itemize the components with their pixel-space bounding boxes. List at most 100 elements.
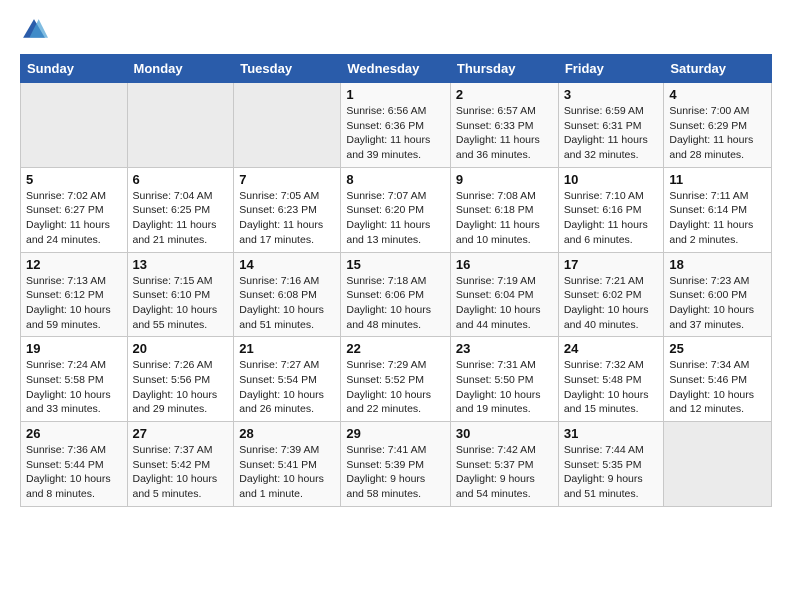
- day-info: Sunrise: 7:34 AM Sunset: 5:46 PM Dayligh…: [669, 358, 766, 417]
- day-number: 6: [133, 172, 229, 187]
- day-number: 3: [564, 87, 659, 102]
- day-cell-16: 16 Sunrise: 7:19 AM Sunset: 6:04 PM Dayli…: [450, 252, 558, 337]
- day-cell-27: 27 Sunrise: 7:37 AM Sunset: 5:42 PM Dayli…: [127, 422, 234, 507]
- day-cell-26: 26 Sunrise: 7:36 AM Sunset: 5:44 PM Dayli…: [21, 422, 128, 507]
- day-info: Sunrise: 6:59 AM Sunset: 6:31 PM Dayligh…: [564, 104, 659, 163]
- day-number: 1: [346, 87, 445, 102]
- day-info: Sunrise: 7:08 AM Sunset: 6:18 PM Dayligh…: [456, 189, 553, 248]
- week-row-4: 19Sunrise: 7:24 AM Sunset: 5:58 PM Dayli…: [21, 337, 772, 422]
- day-info: Sunrise: 7:29 AM Sunset: 5:52 PM Dayligh…: [346, 358, 445, 417]
- day-cell-31: 31Sunrise: 7:44 AM Sunset: 5:35 PM Dayli…: [558, 422, 664, 507]
- empty-cell: [21, 83, 128, 168]
- day-cell-7: 7 Sunrise: 7:05 AM Sunset: 6:23 PM Daylig…: [234, 167, 341, 252]
- day-number: 23: [456, 341, 553, 356]
- header-row: [20, 16, 772, 44]
- week-row-2: 5Sunrise: 7:02 AM Sunset: 6:27 PM Daylig…: [21, 167, 772, 252]
- day-cell-18: 18Sunrise: 7:23 AM Sunset: 6:00 PM Dayli…: [664, 252, 772, 337]
- day-cell-28: 28Sunrise: 7:39 AM Sunset: 5:41 PM Dayli…: [234, 422, 341, 507]
- day-info: Sunrise: 7:36 AM Sunset: 5:44 PM Dayligh…: [26, 443, 122, 502]
- day-number: 24: [564, 341, 659, 356]
- day-cell-29: 29 Sunrise: 7:41 AM Sunset: 5:39 PM Dayli…: [341, 422, 451, 507]
- calendar-container: SundayMondayTuesdayWednesdayThursdayFrid…: [0, 0, 792, 523]
- day-number: 7: [239, 172, 335, 187]
- day-header-saturday: Saturday: [664, 55, 772, 83]
- empty-cell: [664, 422, 772, 507]
- day-header-thursday: Thursday: [450, 55, 558, 83]
- day-info: Sunrise: 7:41 AM Sunset: 5:39 PM Dayligh…: [346, 443, 445, 502]
- day-info: Sunrise: 7:10 AM Sunset: 6:16 PM Dayligh…: [564, 189, 659, 248]
- day-cell-10: 10Sunrise: 7:10 AM Sunset: 6:16 PM Dayli…: [558, 167, 664, 252]
- logo-icon: [20, 16, 48, 44]
- day-number: 25: [669, 341, 766, 356]
- day-info: Sunrise: 7:00 AM Sunset: 6:29 PM Dayligh…: [669, 104, 766, 163]
- day-header-friday: Friday: [558, 55, 664, 83]
- day-info: Sunrise: 7:23 AM Sunset: 6:00 PM Dayligh…: [669, 274, 766, 333]
- day-info: Sunrise: 7:27 AM Sunset: 5:54 PM Dayligh…: [239, 358, 335, 417]
- day-number: 14: [239, 257, 335, 272]
- day-cell-23: 23 Sunrise: 7:31 AM Sunset: 5:50 PM Dayli…: [450, 337, 558, 422]
- day-number: 27: [133, 426, 229, 441]
- day-number: 9: [456, 172, 553, 187]
- day-header-monday: Monday: [127, 55, 234, 83]
- day-info: Sunrise: 7:32 AM Sunset: 5:48 PM Dayligh…: [564, 358, 659, 417]
- day-cell-3: 3 Sunrise: 6:59 AM Sunset: 6:31 PM Daylig…: [558, 83, 664, 168]
- empty-cell: [127, 83, 234, 168]
- day-cell-30: 30Sunrise: 7:42 AM Sunset: 5:37 PM Dayli…: [450, 422, 558, 507]
- day-number: 26: [26, 426, 122, 441]
- calendar-table: SundayMondayTuesdayWednesdayThursdayFrid…: [20, 54, 772, 507]
- day-cell-6: 6Sunrise: 7:04 AM Sunset: 6:25 PM Daylig…: [127, 167, 234, 252]
- day-info: Sunrise: 7:19 AM Sunset: 6:04 PM Dayligh…: [456, 274, 553, 333]
- day-cell-1: 1 Sunrise: 6:56 AM Sunset: 6:36 PM Daylig…: [341, 83, 451, 168]
- day-info: Sunrise: 7:31 AM Sunset: 5:50 PM Dayligh…: [456, 358, 553, 417]
- day-cell-5: 5Sunrise: 7:02 AM Sunset: 6:27 PM Daylig…: [21, 167, 128, 252]
- day-header-tuesday: Tuesday: [234, 55, 341, 83]
- week-row-3: 12 Sunrise: 7:13 AM Sunset: 6:12 PM Dayli…: [21, 252, 772, 337]
- day-info: Sunrise: 7:05 AM Sunset: 6:23 PM Dayligh…: [239, 189, 335, 248]
- day-number: 13: [133, 257, 229, 272]
- day-cell-25: 25 Sunrise: 7:34 AM Sunset: 5:46 PM Dayli…: [664, 337, 772, 422]
- day-info: Sunrise: 6:57 AM Sunset: 6:33 PM Dayligh…: [456, 104, 553, 163]
- day-number: 21: [239, 341, 335, 356]
- day-number: 11: [669, 172, 766, 187]
- day-info: Sunrise: 7:42 AM Sunset: 5:37 PM Dayligh…: [456, 443, 553, 502]
- day-number: 16: [456, 257, 553, 272]
- day-cell-8: 8 Sunrise: 7:07 AM Sunset: 6:20 PM Daylig…: [341, 167, 451, 252]
- day-cell-9: 9 Sunrise: 7:08 AM Sunset: 6:18 PM Daylig…: [450, 167, 558, 252]
- day-info: Sunrise: 7:26 AM Sunset: 5:56 PM Dayligh…: [133, 358, 229, 417]
- day-number: 22: [346, 341, 445, 356]
- day-number: 4: [669, 87, 766, 102]
- day-cell-12: 12 Sunrise: 7:13 AM Sunset: 6:12 PM Dayli…: [21, 252, 128, 337]
- day-cell-2: 2Sunrise: 6:57 AM Sunset: 6:33 PM Daylig…: [450, 83, 558, 168]
- day-cell-4: 4 Sunrise: 7:00 AM Sunset: 6:29 PM Daylig…: [664, 83, 772, 168]
- day-number: 20: [133, 341, 229, 356]
- day-info: Sunrise: 7:07 AM Sunset: 6:20 PM Dayligh…: [346, 189, 445, 248]
- day-cell-22: 22 Sunrise: 7:29 AM Sunset: 5:52 PM Dayli…: [341, 337, 451, 422]
- day-number: 8: [346, 172, 445, 187]
- week-row-5: 26 Sunrise: 7:36 AM Sunset: 5:44 PM Dayli…: [21, 422, 772, 507]
- day-number: 12: [26, 257, 122, 272]
- day-cell-19: 19Sunrise: 7:24 AM Sunset: 5:58 PM Dayli…: [21, 337, 128, 422]
- day-cell-21: 21 Sunrise: 7:27 AM Sunset: 5:54 PM Dayli…: [234, 337, 341, 422]
- day-header-wednesday: Wednesday: [341, 55, 451, 83]
- day-number: 31: [564, 426, 659, 441]
- day-info: Sunrise: 7:37 AM Sunset: 5:42 PM Dayligh…: [133, 443, 229, 502]
- day-info: Sunrise: 7:21 AM Sunset: 6:02 PM Dayligh…: [564, 274, 659, 333]
- days-header-row: SundayMondayTuesdayWednesdayThursdayFrid…: [21, 55, 772, 83]
- day-number: 28: [239, 426, 335, 441]
- week-row-1: 1 Sunrise: 6:56 AM Sunset: 6:36 PM Daylig…: [21, 83, 772, 168]
- day-info: Sunrise: 7:13 AM Sunset: 6:12 PM Dayligh…: [26, 274, 122, 333]
- day-info: Sunrise: 7:15 AM Sunset: 6:10 PM Dayligh…: [133, 274, 229, 333]
- day-cell-13: 13 Sunrise: 7:15 AM Sunset: 6:10 PM Dayli…: [127, 252, 234, 337]
- logo: [20, 16, 52, 44]
- empty-cell: [234, 83, 341, 168]
- day-info: Sunrise: 7:18 AM Sunset: 6:06 PM Dayligh…: [346, 274, 445, 333]
- day-number: 29: [346, 426, 445, 441]
- day-cell-11: 11 Sunrise: 7:11 AM Sunset: 6:14 PM Dayli…: [664, 167, 772, 252]
- day-header-sunday: Sunday: [21, 55, 128, 83]
- day-info: Sunrise: 6:56 AM Sunset: 6:36 PM Dayligh…: [346, 104, 445, 163]
- day-info: Sunrise: 7:02 AM Sunset: 6:27 PM Dayligh…: [26, 189, 122, 248]
- day-cell-24: 24 Sunrise: 7:32 AM Sunset: 5:48 PM Dayli…: [558, 337, 664, 422]
- day-info: Sunrise: 7:11 AM Sunset: 6:14 PM Dayligh…: [669, 189, 766, 248]
- day-number: 17: [564, 257, 659, 272]
- day-cell-15: 15Sunrise: 7:18 AM Sunset: 6:06 PM Dayli…: [341, 252, 451, 337]
